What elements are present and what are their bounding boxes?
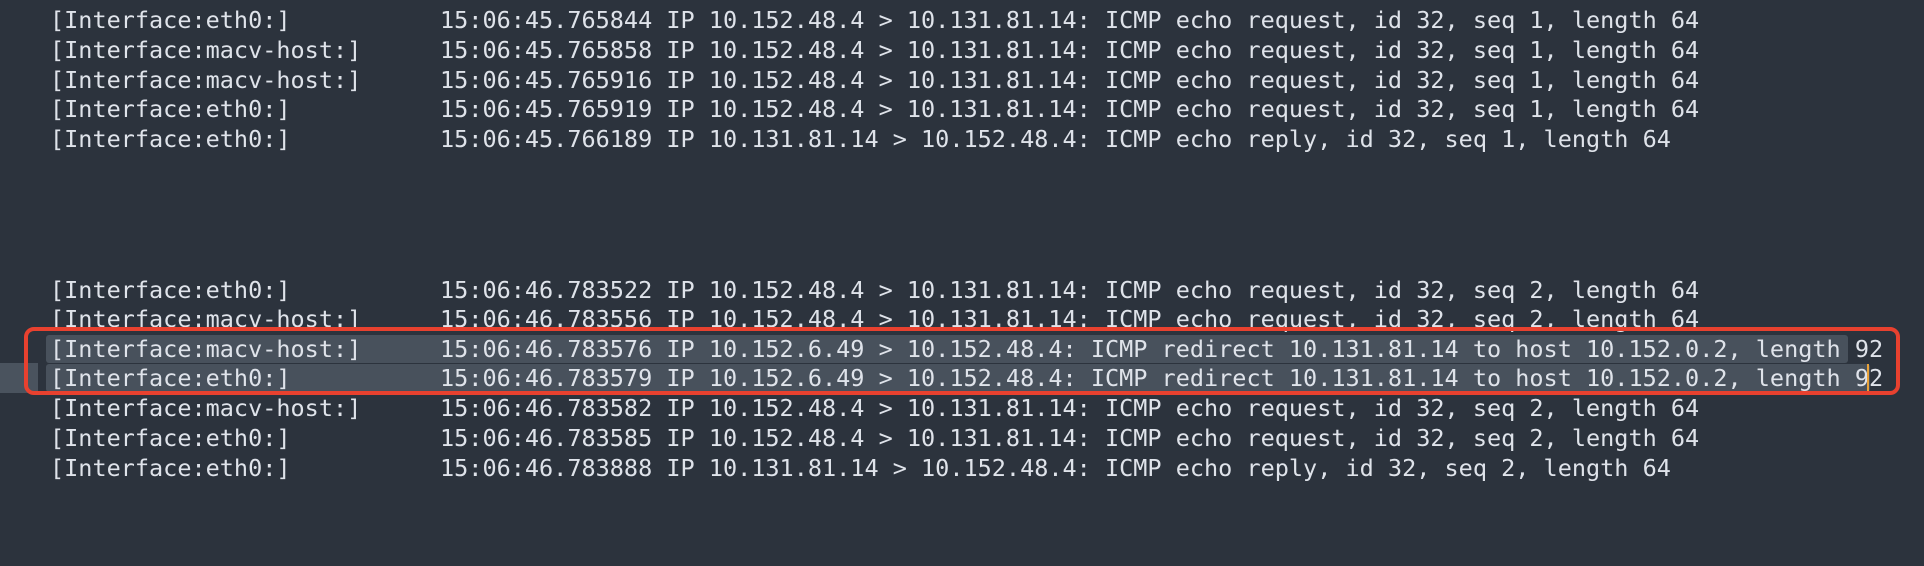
log-interface: [Interface:eth0:] <box>50 454 291 482</box>
log-line: [Interface:eth0:] 15:06:46.783585 IP 10.… <box>50 424 1699 452</box>
log-message: 15:06:46.783888 IP 10.131.81.14 > 10.152… <box>440 454 1671 482</box>
annotation-highlight-box <box>24 327 1900 395</box>
log-message: 15:06:46.783522 IP 10.152.48.4 > 10.131.… <box>440 276 1700 304</box>
log-message: 15:06:45.766189 IP 10.131.81.14 > 10.152… <box>440 125 1671 153</box>
log-line: [Interface:eth0:] 15:06:45.765919 IP 10.… <box>50 95 1699 123</box>
log-interface: [Interface:eth0:] <box>50 424 291 452</box>
log-interface: [Interface:eth0:] <box>50 125 291 153</box>
log-line: [Interface:eth0:] 15:06:46.783888 IP 10.… <box>50 454 1671 482</box>
log-interface: [Interface:macv-host:] <box>50 66 362 94</box>
log-message: 15:06:46.783585 IP 10.152.48.4 > 10.131.… <box>440 424 1700 452</box>
log-line: [Interface:macv-host:] 15:06:46.783582 I… <box>50 394 1699 422</box>
log-interface: [Interface:macv-host:] <box>50 394 362 422</box>
log-message: 15:06:45.765919 IP 10.152.48.4 > 10.131.… <box>440 95 1700 123</box>
log-interface: [Interface:macv-host:] <box>50 36 362 64</box>
log-interface: [Interface:eth0:] <box>50 276 291 304</box>
log-line: [Interface:eth0:] 15:06:45.766189 IP 10.… <box>50 125 1671 153</box>
log-line: [Interface:macv-host:] 15:06:45.765858 I… <box>50 36 1699 64</box>
log-line: [Interface:eth0:] 15:06:45.765844 IP 10.… <box>50 6 1699 34</box>
log-message: 15:06:45.765844 IP 10.152.48.4 > 10.131.… <box>440 6 1700 34</box>
log-line: [Interface:eth0:] 15:06:46.783522 IP 10.… <box>50 276 1699 304</box>
log-message: 15:06:46.783582 IP 10.152.48.4 > 10.131.… <box>440 394 1700 422</box>
log-line: [Interface:macv-host:] 15:06:45.765916 I… <box>50 66 1699 94</box>
log-interface: [Interface:eth0:] <box>50 6 291 34</box>
log-interface: [Interface:eth0:] <box>50 95 291 123</box>
log-message: 15:06:45.765858 IP 10.152.48.4 > 10.131.… <box>440 36 1700 64</box>
terminal-output[interactable]: [Interface:eth0:] 15:06:45.765844 IP 10.… <box>0 0 1924 496</box>
log-message: 15:06:45.765916 IP 10.152.48.4 > 10.131.… <box>440 66 1700 94</box>
